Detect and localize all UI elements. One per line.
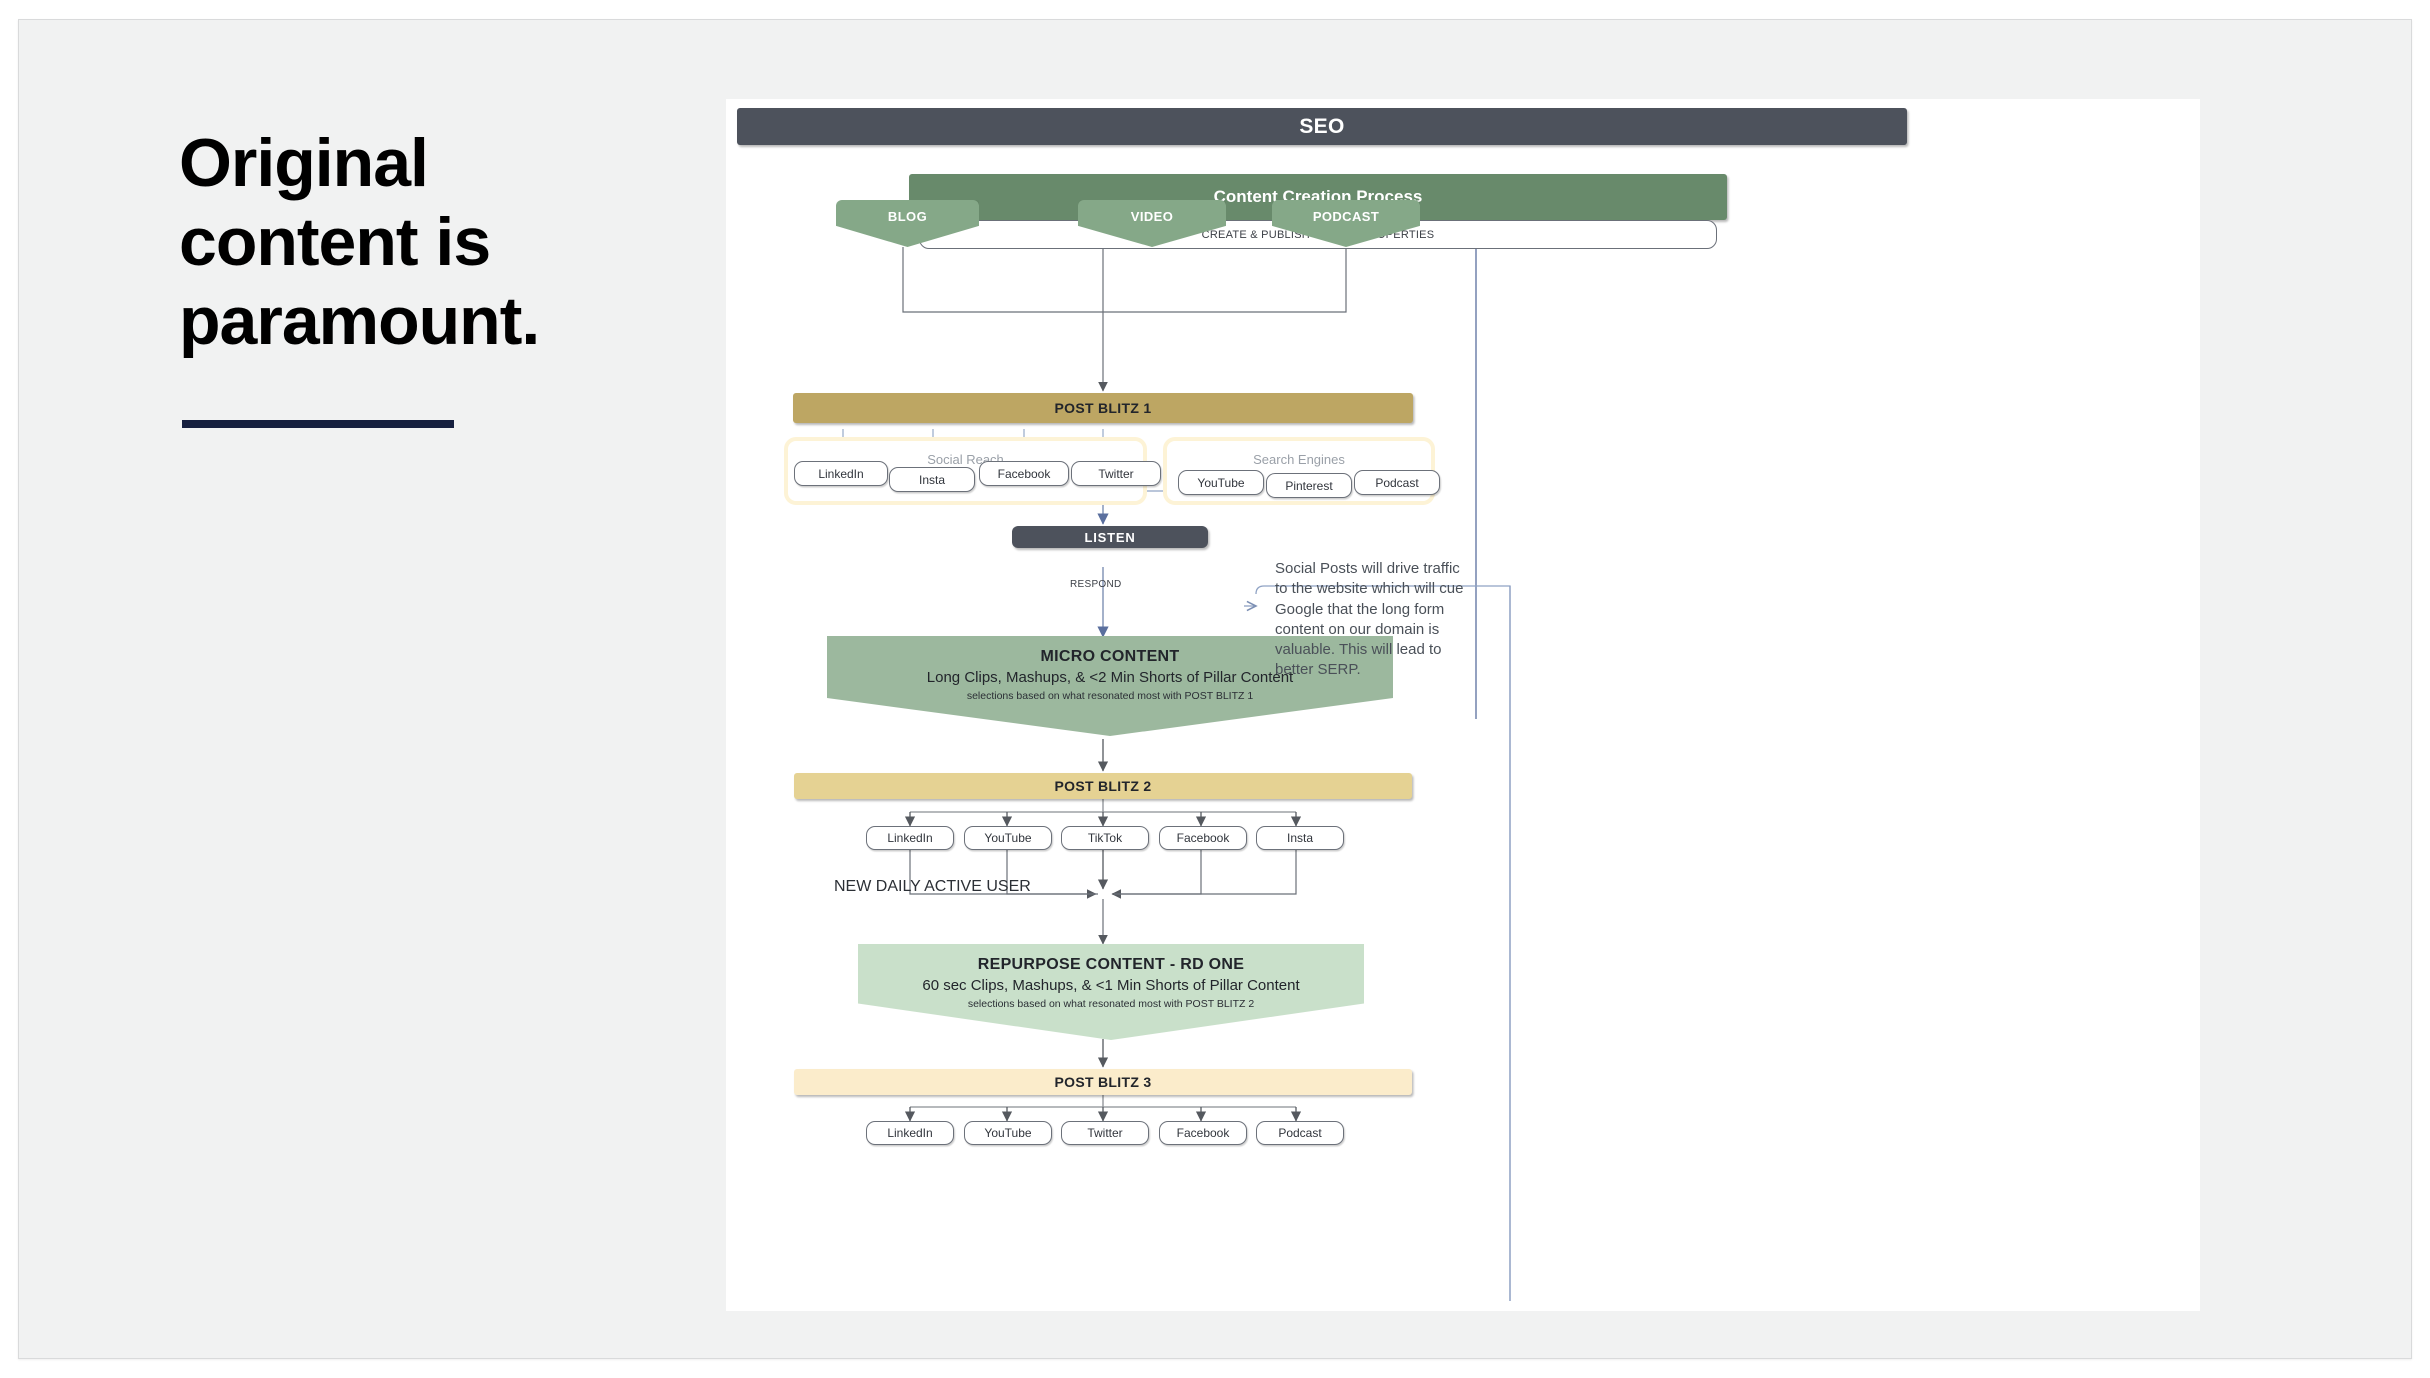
repurpose-content-title: REPURPOSE CONTENT - RD ONE [977,956,1245,973]
pb2-pill-youtube[interactable]: YouTube [964,826,1052,850]
repurpose-content-subtitle: 60 sec Clips, Mashups, & <1 Min Shorts o… [922,977,1300,994]
pb3-pill-facebook[interactable]: Facebook [1159,1121,1247,1145]
page-title: Original content is paramount. [179,125,540,359]
new-daily-active-user-label: NEW DAILY ACTIVE USER [834,878,1031,895]
pb3-pill-podcast[interactable]: Podcast [1256,1121,1344,1145]
search-pill-podcast[interactable]: Podcast [1354,470,1440,495]
social-pill-linkedin[interactable]: LinkedIn [794,461,888,486]
micro-content-note: selections based on what resonated most … [966,690,1254,702]
repurpose-content-block[interactable]: REPURPOSE CONTENT - RD ONE 60 sec Clips,… [858,944,1364,1040]
diagram-title-seo: SEO [737,108,1907,145]
diagram-canvas: SEO Content Creation Process CREATE & PU… [726,99,2200,1311]
social-pill-twitter[interactable]: Twitter [1071,461,1161,486]
group-search-engines-title: Search Engines [1253,452,1345,467]
post-blitz-2-bar[interactable]: POST BLITZ 2 [794,773,1412,799]
pb2-pill-tiktok[interactable]: TikTok [1061,826,1149,850]
social-pill-facebook[interactable]: Facebook [979,461,1069,486]
post-blitz-1-bar[interactable]: POST BLITZ 1 [793,393,1413,423]
side-note-text: Social Posts will drive traffic to the w… [1275,560,1464,679]
repurpose-content-note: selections based on what resonated most … [967,998,1255,1010]
pb3-pill-twitter[interactable]: Twitter [1061,1121,1149,1145]
search-pill-youtube[interactable]: YouTube [1178,470,1264,495]
title-underline-rule [182,420,454,428]
pb2-pill-linkedin[interactable]: LinkedIn [866,826,954,850]
slide: Original content is paramount. SEO Conte… [18,19,2412,1359]
post-blitz-3-bar[interactable]: POST BLITZ 3 [794,1069,1412,1095]
micro-content-title: MICRO CONTENT [1040,648,1180,665]
pb2-pill-insta[interactable]: Insta [1256,826,1344,850]
search-pill-pinterest[interactable]: Pinterest [1266,473,1352,498]
pb2-pill-facebook[interactable]: Facebook [1159,826,1247,850]
micro-content-subtitle: Long Clips, Mashups, & <2 Min Shorts of … [926,669,1294,686]
listen-box[interactable]: LISTEN [1012,526,1208,548]
social-pill-insta[interactable]: Insta [889,467,975,492]
pb3-pill-youtube[interactable]: YouTube [964,1121,1052,1145]
pb3-pill-linkedin[interactable]: LinkedIn [866,1121,954,1145]
respond-label: RESPOND [1070,579,1122,590]
